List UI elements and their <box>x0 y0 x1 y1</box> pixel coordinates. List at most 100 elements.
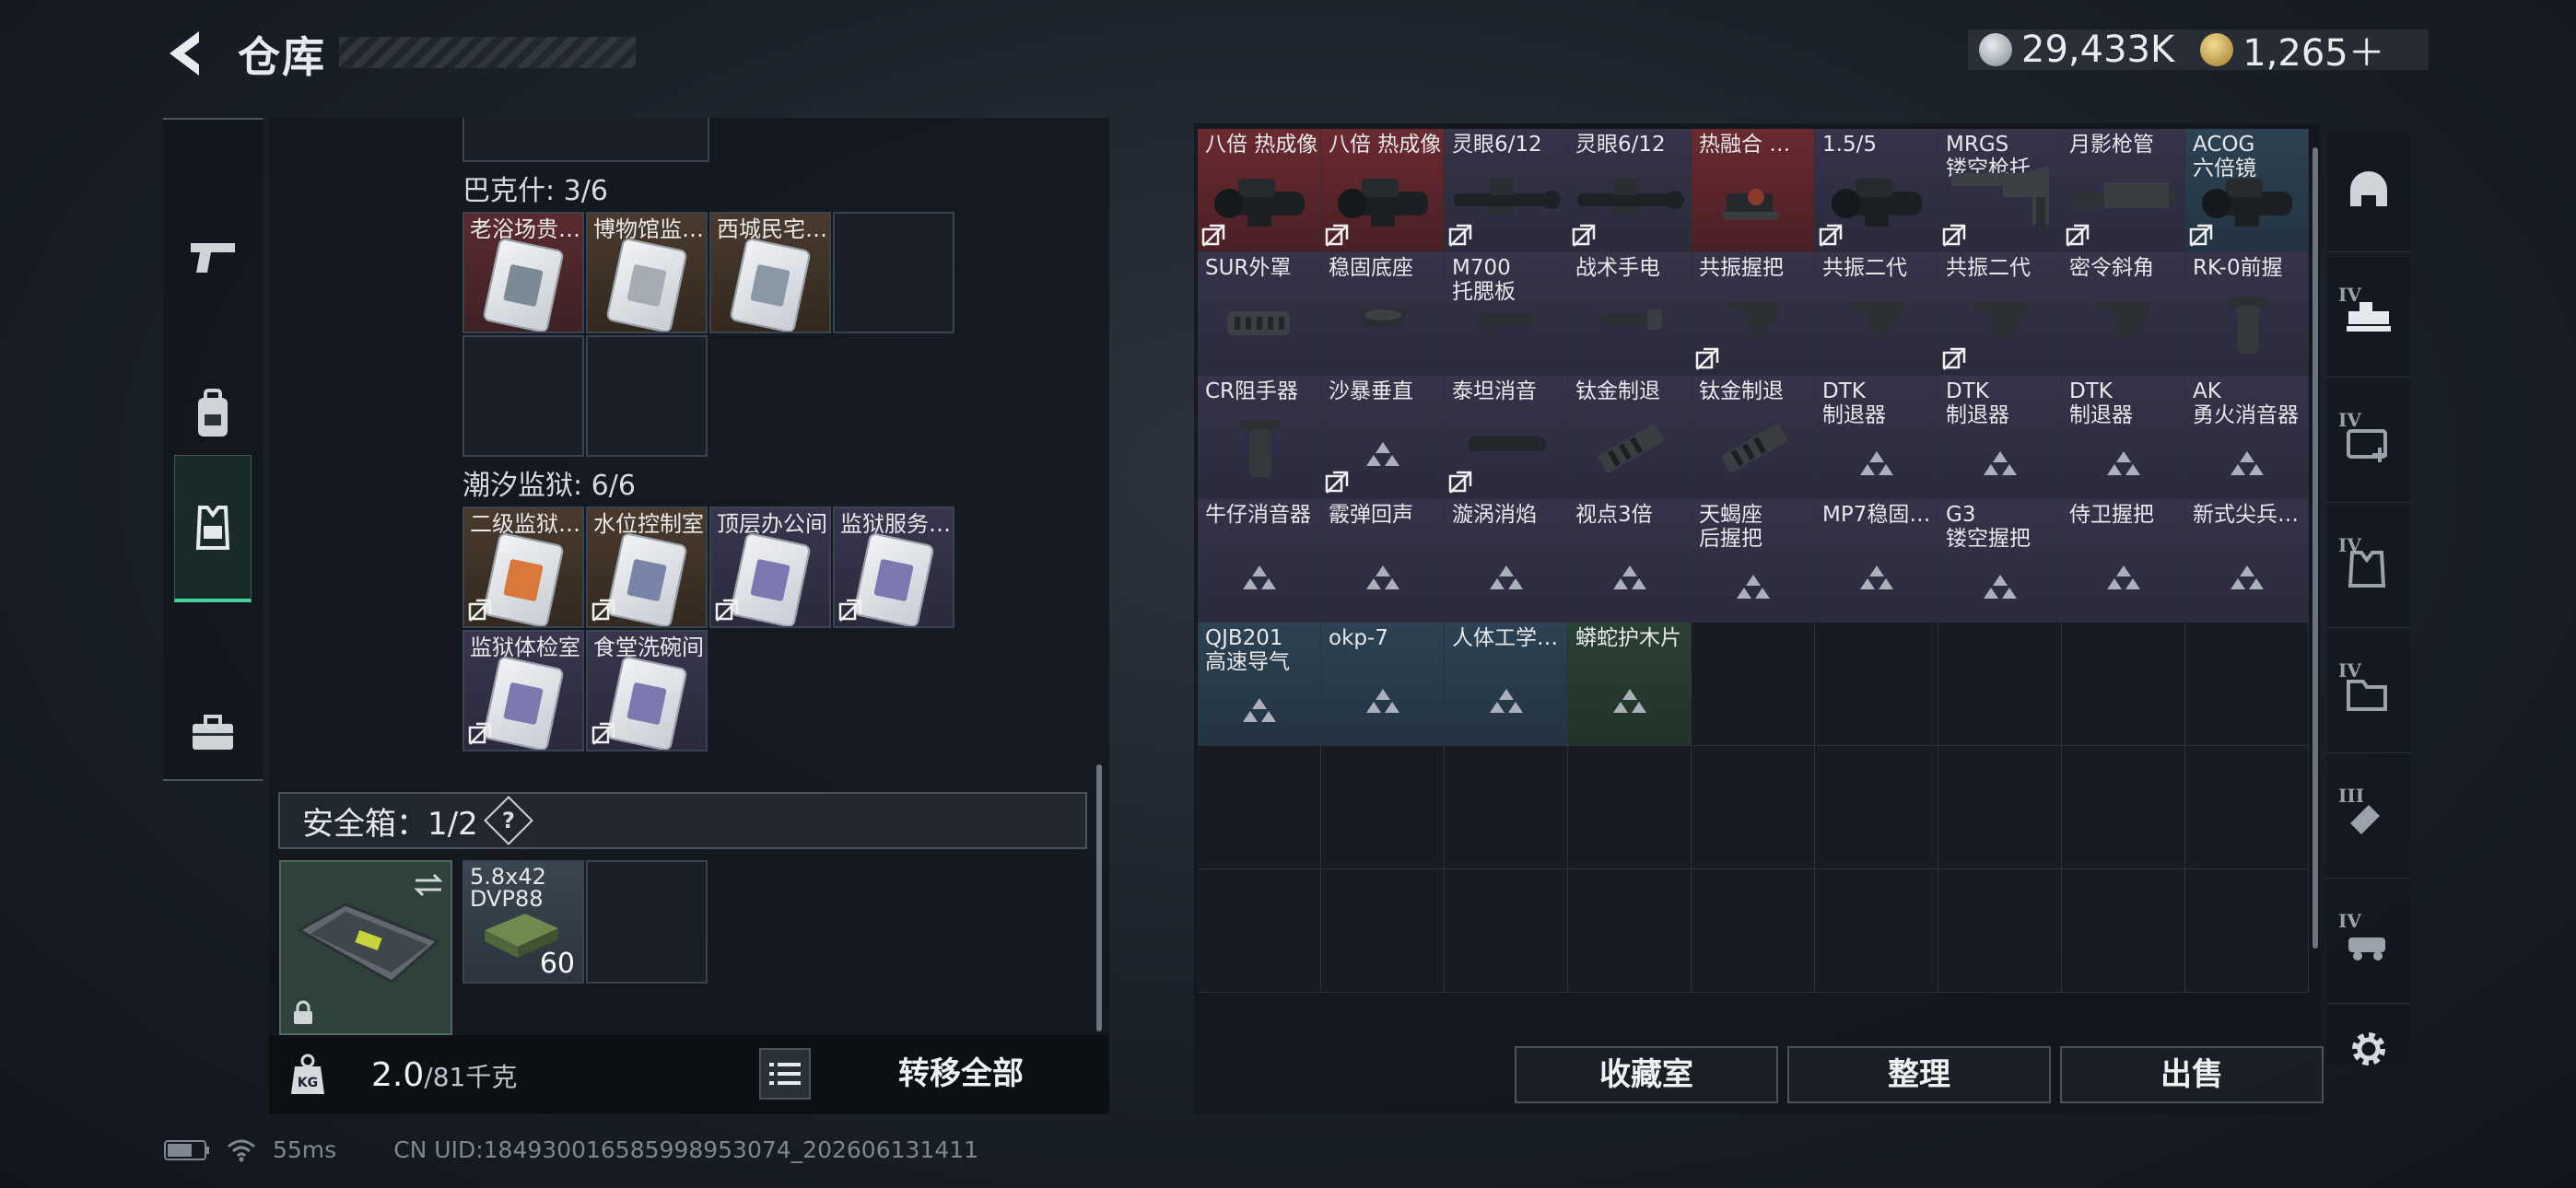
empty-slot[interactable] <box>1815 746 1938 869</box>
swap-icon[interactable] <box>412 871 445 899</box>
warehouse-item-cell[interactable]: QJB201 高速导气 <box>1198 623 1321 746</box>
warehouse-item-cell[interactable]: 钛金制退 <box>1692 376 1815 499</box>
warehouse-item-cell[interactable]: 共振握把 <box>1692 252 1815 376</box>
empty-slot[interactable] <box>2185 623 2309 746</box>
empty-slot[interactable] <box>2185 746 2309 869</box>
warehouse-item-cell[interactable]: 1.5/5 <box>1815 129 1938 252</box>
filter-folder[interactable]: IV <box>2327 634 2410 753</box>
empty-slot[interactable] <box>1692 623 1815 746</box>
list-view-button[interactable] <box>759 1048 811 1100</box>
warehouse-item-cell[interactable]: okp-7 <box>1321 623 1445 746</box>
empty-slot[interactable] <box>1692 869 1815 993</box>
warehouse-item-cell[interactable]: RK-0前握 <box>2185 252 2309 376</box>
currency-bar[interactable]: 29,433K 1,265＋ <box>1968 29 2429 75</box>
empty-slot[interactable] <box>1198 869 1321 993</box>
warehouse-item-cell[interactable]: 灵眼6/12 <box>1445 129 1568 252</box>
key-card-cell[interactable]: 顶层办公间 <box>709 507 831 628</box>
empty-safebox-slot[interactable] <box>586 860 708 984</box>
empty-slot[interactable] <box>586 335 708 457</box>
warehouse-item-cell[interactable]: 侍卫握把 <box>2062 499 2185 623</box>
warehouse-item-cell[interactable]: 稳固底座 <box>1321 252 1445 376</box>
warehouse-item-cell[interactable]: 月影枪管 <box>2062 129 2185 252</box>
help-button[interactable]: ? <box>483 796 533 845</box>
ammo-item-cell[interactable]: 5.8x42 DVP88 60 <box>463 860 584 984</box>
warehouse-item-cell[interactable]: AK 勇火消音器 <box>2185 376 2309 499</box>
nav-vest[interactable] <box>174 455 252 602</box>
empty-slot[interactable] <box>1938 746 2062 869</box>
filter-tool[interactable]: III <box>2327 759 2410 879</box>
warehouse-item-cell[interactable]: 新式尖兵… <box>2185 499 2309 623</box>
empty-slot[interactable] <box>2062 746 2185 869</box>
empty-slot[interactable] <box>2185 869 2309 993</box>
empty-slot[interactable] <box>2062 869 2185 993</box>
filter-scope-attachment[interactable]: IV <box>2327 258 2410 378</box>
warehouse-item-cell[interactable]: 人体工学… <box>1445 623 1568 746</box>
empty-slot[interactable] <box>1568 869 1692 993</box>
filter-armor[interactable]: IV <box>2327 508 2410 628</box>
warehouse-item-cell[interactable]: G3 镂空握把 <box>1938 499 2062 623</box>
collection-room-button[interactable]: 收藏室 <box>1515 1046 1778 1103</box>
warehouse-item-cell[interactable]: 密令斜角 <box>2062 252 2185 376</box>
warehouse-item-cell[interactable]: 钛金制退 <box>1568 376 1692 499</box>
key-card-cell[interactable]: 监狱服务… <box>833 507 954 628</box>
empty-slot[interactable] <box>1198 746 1321 869</box>
warehouse-item-cell[interactable]: 泰坦消音 <box>1445 376 1568 499</box>
key-card-cell[interactable]: 老浴场贵… <box>463 212 584 333</box>
empty-slot[interactable] <box>1815 623 1938 746</box>
warehouse-item-cell[interactable]: SUR外罩 <box>1198 252 1321 376</box>
key-card-cell[interactable]: 监狱体检室 <box>463 630 584 751</box>
warehouse-item-cell[interactable]: 沙暴垂直 <box>1321 376 1445 499</box>
sell-button[interactable]: 出售 <box>2060 1046 2324 1103</box>
warehouse-item-cell[interactable]: MP7稳固… <box>1815 499 1938 623</box>
warehouse-item-cell[interactable]: DTK 制退器 <box>1815 376 1938 499</box>
back-button[interactable] <box>162 28 208 79</box>
filter-medkit[interactable]: IV <box>2327 383 2410 503</box>
empty-slot[interactable] <box>1938 623 2062 746</box>
empty-slot[interactable] <box>833 212 954 333</box>
warehouse-item-cell[interactable]: MRGS 镂空枪托 <box>1938 129 2062 252</box>
warehouse-item-cell[interactable]: 天蝎座 后握把 <box>1692 499 1815 623</box>
warehouse-item-cell[interactable]: 灵眼6/12 <box>1568 129 1692 252</box>
empty-slot[interactable] <box>1321 746 1445 869</box>
warehouse-item-cell[interactable]: 视点3倍 <box>1568 499 1692 623</box>
empty-slot[interactable] <box>1568 746 1692 869</box>
filter-vehicle[interactable]: IV <box>2327 884 2410 1004</box>
nav-weapons[interactable] <box>163 182 263 330</box>
settings-gear-icon[interactable] <box>2346 1026 2392 1072</box>
safebox-case[interactable] <box>279 860 452 1035</box>
warehouse-scrollbar[interactable] <box>2313 147 2318 949</box>
warehouse-item-cell[interactable]: ACOG 六倍镜 <box>2185 129 2309 252</box>
warehouse-item-cell[interactable]: 热融合 … <box>1692 129 1815 252</box>
empty-slot[interactable] <box>463 335 584 457</box>
warehouse-item-cell[interactable]: 霰弹回声 <box>1321 499 1445 623</box>
nav-toolbox[interactable] <box>163 659 263 807</box>
warehouse-item-cell[interactable]: DTK 制退器 <box>1938 376 2062 499</box>
warehouse-item-cell[interactable]: 漩涡消焰 <box>1445 499 1568 623</box>
transfer-all-button[interactable]: 转移全部 <box>864 1046 1058 1101</box>
warehouse-item-cell[interactable]: 共振二代 <box>1938 252 2062 376</box>
empty-slot[interactable] <box>1692 746 1815 869</box>
key-card-cell[interactable]: 二级监狱… <box>463 507 584 628</box>
warehouse-item-cell[interactable]: 蟒蛇护木片 <box>1568 623 1692 746</box>
key-card-cell[interactable]: 水位控制室 <box>586 507 708 628</box>
warehouse-item-cell[interactable]: M700 托腮板 <box>1445 252 1568 376</box>
empty-slot[interactable] <box>1938 869 2062 993</box>
warehouse-item-cell[interactable]: CR阻手器 <box>1198 376 1321 499</box>
empty-slot[interactable] <box>1445 746 1568 869</box>
left-scrollbar[interactable] <box>1096 764 1102 1031</box>
key-card-cell[interactable]: 西城民宅… <box>709 212 831 333</box>
warehouse-item-cell[interactable]: 共振二代 <box>1815 252 1938 376</box>
key-card-cell[interactable]: 食堂洗碗间 <box>586 630 708 751</box>
key-card-cell[interactable]: 博物馆监… <box>586 212 708 333</box>
sort-button[interactable]: 整理 <box>1787 1046 2051 1103</box>
warehouse-item-cell[interactable]: 牛仔消音器 <box>1198 499 1321 623</box>
empty-slot[interactable] <box>1321 869 1445 993</box>
empty-slot[interactable] <box>2062 623 2185 746</box>
warehouse-item-cell[interactable]: DTK 制退器 <box>2062 376 2185 499</box>
filter-helmet[interactable] <box>2327 133 2410 252</box>
empty-slot[interactable] <box>1815 869 1938 993</box>
empty-slot[interactable] <box>1445 869 1568 993</box>
warehouse-item-cell[interactable]: 战术手电 <box>1568 252 1692 376</box>
warehouse-item-cell[interactable]: 八倍 热成像 <box>1321 129 1445 252</box>
warehouse-item-cell[interactable]: 八倍 热成像 <box>1198 129 1321 252</box>
